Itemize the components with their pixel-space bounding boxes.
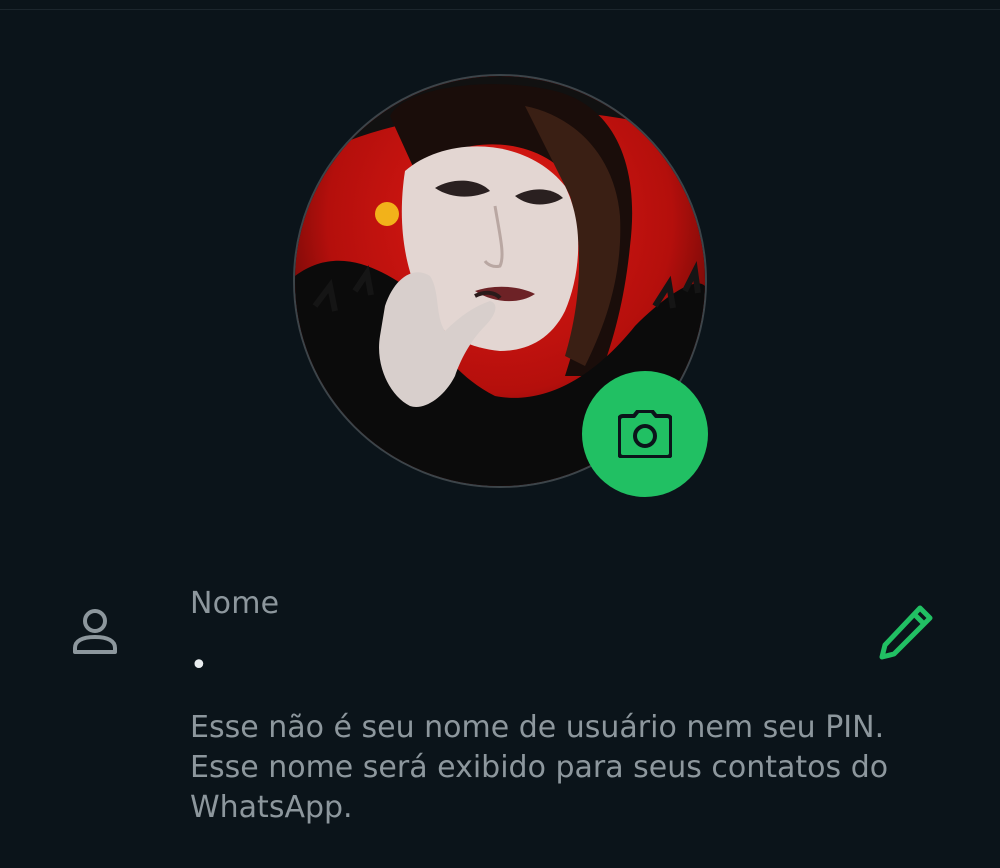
name-hint-text: Esse não é seu nome de usuário nem seu P… xyxy=(190,710,889,825)
change-photo-button[interactable] xyxy=(582,371,708,497)
profile-screen: Nome • Esse não é seu nome de usuário ne… xyxy=(0,0,1000,868)
top-divider xyxy=(0,9,1000,10)
camera-icon xyxy=(618,410,672,458)
name-value[interactable]: • xyxy=(190,648,208,688)
avatar-container xyxy=(293,74,708,497)
name-label: Nome xyxy=(190,586,280,621)
person-icon xyxy=(70,606,120,656)
pencil-icon[interactable] xyxy=(876,604,936,660)
